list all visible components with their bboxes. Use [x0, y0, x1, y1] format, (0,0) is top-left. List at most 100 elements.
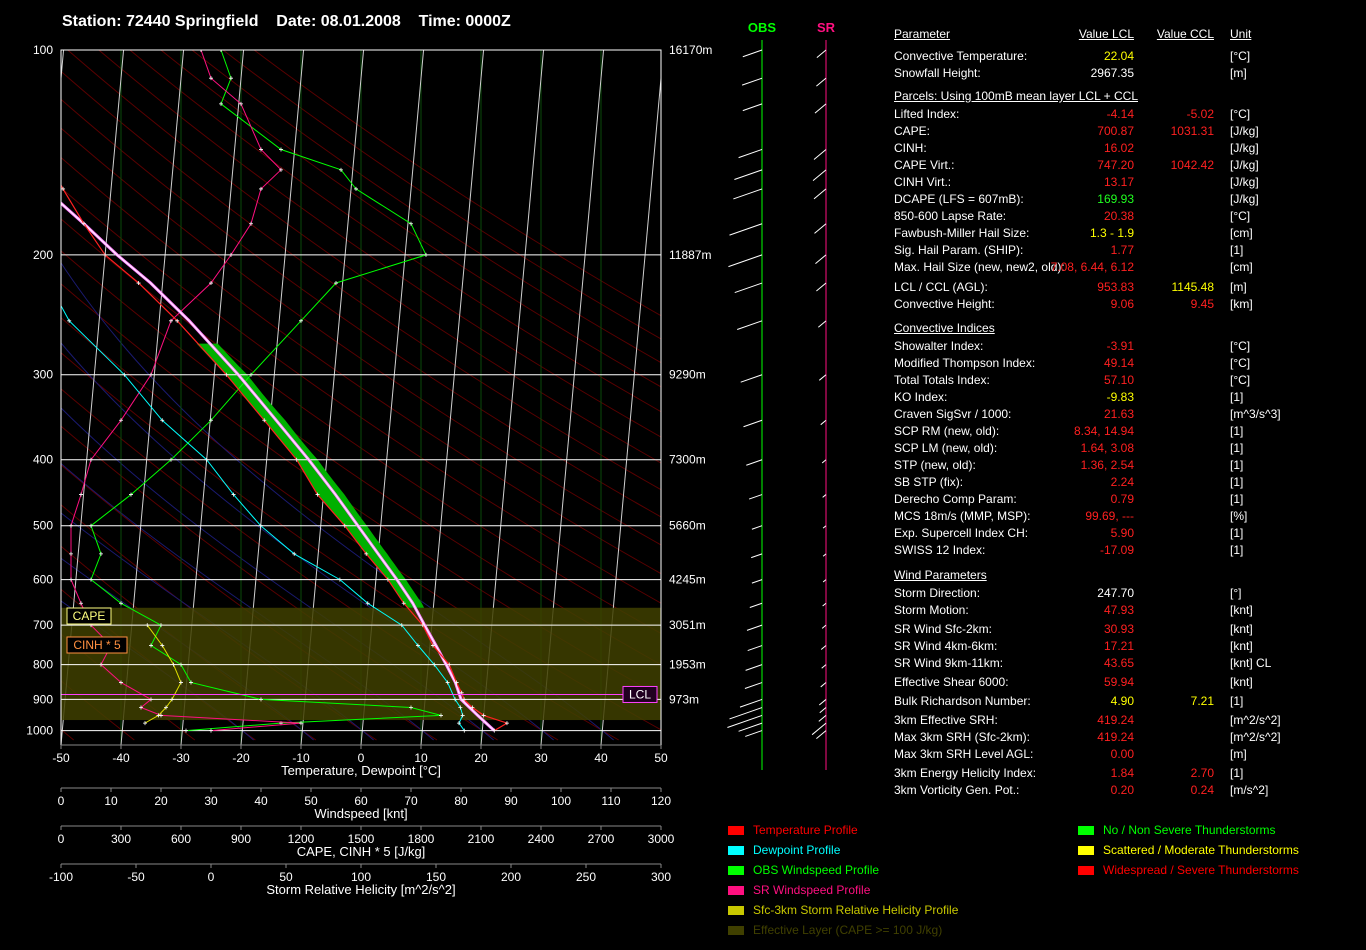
param-name: Derecho Comp Param: — [894, 492, 1017, 506]
windspeed-tick-label: 100 — [551, 794, 571, 808]
param-name: SCP RM (new, old): — [894, 424, 1000, 438]
height-label: 11887m — [669, 248, 711, 262]
windspeed-tick-label: 80 — [454, 794, 468, 808]
sr-wind-barb — [816, 77, 827, 87]
param-value-lcl: 43.65 — [1103, 656, 1134, 670]
obs-wind-barb — [751, 553, 763, 559]
param-name: Sig. Hail Param. (SHIP): — [894, 243, 1024, 257]
cinh-label: CINH * 5 — [73, 638, 121, 652]
param-name: SCP LM (new, old): — [894, 441, 998, 455]
obs-wind-barb — [747, 645, 763, 652]
param-value-lcl: 247.70 — [1097, 586, 1134, 600]
height-label: 5660m — [669, 519, 706, 533]
height-label: 1953m — [669, 658, 706, 672]
sr-wind-barb — [813, 149, 827, 160]
legend-label: SR Windspeed Profile — [753, 883, 871, 897]
dewpoint-line-point — [10, 222, 14, 226]
sr-windspeed-line-point — [79, 492, 83, 497]
cape-tick-label: 900 — [231, 832, 251, 846]
param-name: 850-600 Lapse Rate: — [894, 209, 1007, 223]
temperature-tick-label: 40 — [594, 751, 608, 765]
param-value-lcl: 2967.35 — [1090, 66, 1134, 80]
param-value-lcl: 0.20 — [1110, 783, 1134, 797]
param-value-lcl: 4.90 — [1110, 694, 1134, 708]
param-name: Lifted Index: — [894, 107, 960, 121]
param-value-lcl: 9.06 — [1110, 297, 1134, 311]
param-unit: [1] — [1230, 458, 1244, 472]
sr-wind-barb — [821, 459, 827, 464]
obs-wind-barb — [745, 664, 763, 671]
sr-wind-barb — [818, 374, 827, 381]
param-name: Storm Motion: — [894, 603, 969, 617]
param-unit: [°C] — [1230, 107, 1251, 121]
param-unit: [knt] CL — [1230, 656, 1272, 670]
pressure-tick-label: 1000 — [26, 724, 53, 738]
header-lcl: Value LCL — [1078, 27, 1134, 41]
legend: Temperature Profile Dewpoint Profile OBS W… — [728, 822, 1348, 942]
legend-label: Sfc-3km Storm Relative Helicity Profile — [753, 903, 959, 917]
windspeed-axis-label: Windspeed [knt] — [314, 806, 407, 821]
sr-wind-barb — [820, 682, 827, 688]
param-name: SWISS 12 Index: — [894, 543, 986, 557]
temperature-tick-label: -40 — [112, 751, 130, 765]
legend-swatch — [728, 866, 744, 875]
skew-t-diagram: 100200300400500600700800900100016170m118… — [0, 43, 712, 897]
param-value-lcl: 21.63 — [1103, 407, 1134, 421]
obs-wind-barb — [737, 320, 763, 330]
param-value-lcl: -3.91 — [1106, 339, 1134, 353]
param-name: Storm Direction: — [894, 586, 981, 600]
legend-label: Widespread / Severe Thunderstorms — [1103, 863, 1299, 877]
param-name: 3km Effective SRH: — [894, 713, 998, 727]
param-value-lcl: 1.84 — [1110, 766, 1134, 780]
legend-swatch — [728, 886, 744, 895]
dewpoint-line-point — [25, 253, 29, 257]
param-name: Total Totals Index: — [894, 373, 990, 387]
param-value-ccl: 1042.42 — [1170, 158, 1214, 172]
cape-tick-label: 2700 — [588, 832, 615, 846]
param-value-lcl: 5.90 — [1110, 526, 1134, 540]
param-unit: [%] — [1230, 509, 1248, 523]
param-value-ccl: 2.70 — [1190, 766, 1214, 780]
param-value-lcl: -17.09 — [1099, 543, 1134, 557]
sr-wind-barb — [820, 645, 827, 650]
param-name: Snowfall Height: — [894, 66, 981, 80]
param-value-lcl: 700.87 — [1097, 124, 1134, 138]
height-label: 16170m — [669, 43, 712, 57]
obs-wind-barb — [734, 169, 763, 180]
windspeed-tick-label: 120 — [651, 794, 671, 808]
sr-wind-barb — [821, 624, 827, 629]
param-value-lcl: 1.36, 2.54 — [1080, 458, 1134, 472]
param-name: SR Wind Sfc-2km: — [894, 622, 993, 636]
param-unit: [knt] — [1230, 603, 1253, 617]
param-value-lcl: 1.77 — [1110, 243, 1134, 257]
legend-swatch — [728, 826, 744, 835]
obs-wind-barb — [738, 722, 763, 732]
param-name: Showalter Index: — [894, 339, 984, 353]
param-name: Convective Temperature: — [894, 49, 1028, 63]
param-value-lcl: 1.64, 3.08 — [1080, 441, 1134, 455]
param-unit: [cm] — [1230, 226, 1253, 240]
param-unit: [km] — [1230, 297, 1253, 311]
param-value-lcl: 20.38 — [1103, 209, 1134, 223]
srh-tick-label: -50 — [127, 870, 145, 884]
windspeed-tick-label: 110 — [601, 794, 620, 808]
obs-wind-barb — [742, 103, 763, 112]
height-label: 973m — [669, 692, 699, 706]
sr-wind-barb — [820, 419, 827, 426]
param-name: LCL / CCL (AGL): — [894, 280, 988, 294]
param-value-lcl: 13.17 — [1103, 175, 1134, 189]
param-unit: [1] — [1230, 694, 1244, 708]
param-value-lcl: 47.93 — [1103, 603, 1134, 617]
param-value-lcl: 30.93 — [1103, 622, 1134, 636]
legend-label: Temperature Profile — [753, 823, 858, 837]
param-unit: [m^3/s^3] — [1230, 407, 1281, 421]
param-unit: [m] — [1230, 280, 1247, 294]
param-unit: [J/kg] — [1230, 141, 1259, 155]
param-unit: [°C] — [1230, 209, 1251, 223]
param-name: STP (new, old): — [894, 458, 976, 472]
param-unit: [m^2/s^2] — [1230, 730, 1281, 744]
obs-wind-barb — [739, 698, 763, 708]
param-value-ccl: -5.02 — [1186, 107, 1214, 121]
height-label: 7300m — [669, 453, 706, 467]
dry-adiabat — [0, 50, 13, 740]
